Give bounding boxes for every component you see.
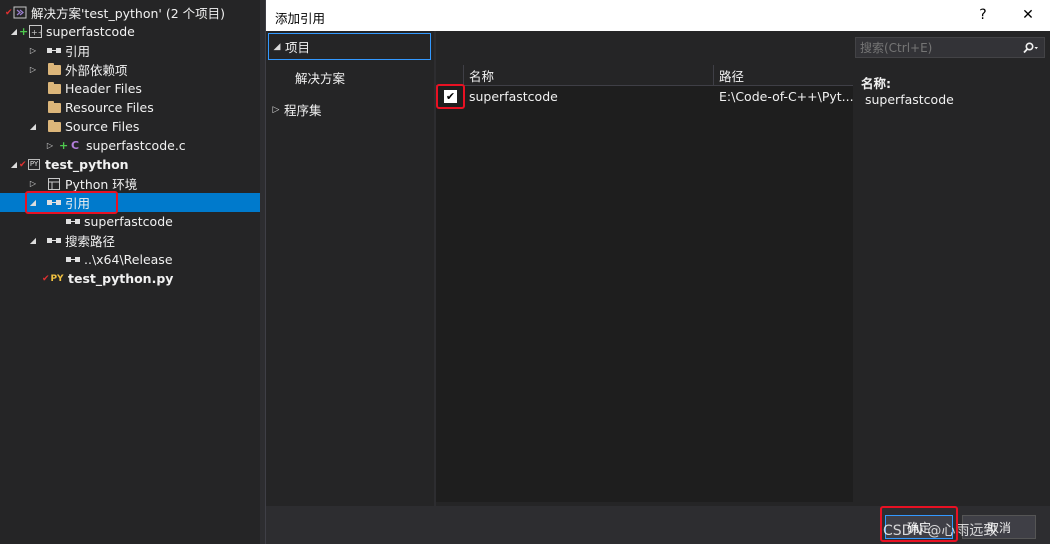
tree-label: superfastcode.c	[86, 138, 186, 153]
tree-label: Resource Files	[65, 100, 154, 115]
tree-label: test_python.py	[68, 271, 174, 286]
search-box	[855, 37, 1045, 58]
detail-name-value: superfastcode	[865, 92, 954, 107]
tree-item-search-paths[interactable]: ◢ 搜索路径	[0, 231, 260, 250]
tree-item-test-python-project[interactable]: ◢ ✔ PY test_python	[0, 155, 260, 174]
svg-text:++: ++	[31, 28, 42, 37]
expand-arrow-icon[interactable]: ▷	[45, 141, 55, 151]
collapse-arrow-icon[interactable]: ◢	[28, 122, 38, 132]
dialog-button-bar: 确定 取消 CSDN @心雨远致	[266, 506, 1050, 544]
dialog-titlebar[interactable]: 添加引用 ? ✕	[266, 0, 1050, 31]
list-item[interactable]: ✔ superfastcode E:\Code-of-C++\Pyt...	[436, 86, 853, 106]
references-icon	[47, 44, 61, 57]
category-nav: ◢ 项目 解决方案 ▷ 程序集	[266, 31, 434, 506]
solution-icon	[13, 6, 27, 19]
tree-item-superfastcode-c[interactable]: ▷ + C superfastcode.c	[0, 136, 260, 155]
added-plus-icon: +	[19, 25, 29, 38]
tree-label: Header Files	[65, 81, 142, 96]
tree-item-superfastcode-project[interactable]: ◢ + ++ superfastcode	[0, 22, 260, 41]
reference-list: 名称 路径 ✔ superfastcode E:\Code-of-C++\Pyt…	[436, 65, 853, 502]
highlight-box-references	[25, 191, 118, 214]
path-icon	[66, 253, 80, 266]
nav-assemblies[interactable]: ▷ 程序集	[268, 96, 431, 123]
collapse-arrow-icon[interactable]: ◢	[28, 236, 38, 246]
list-header: 名称 路径	[436, 65, 853, 86]
solution-explorer: ✔ 解决方案'test_python' (2 个项目) ◢ + ++ super…	[0, 0, 260, 544]
column-path[interactable]: 路径	[714, 65, 853, 86]
c-file-icon: C	[70, 139, 80, 152]
tree-label: superfastcode	[46, 24, 135, 39]
expand-arrow-icon[interactable]: ▷	[28, 179, 38, 189]
folder-icon	[47, 119, 61, 133]
tree-item-superfastcode-reference[interactable]: superfastcode	[0, 212, 260, 231]
collapse-arrow-icon[interactable]: ◢	[9, 160, 19, 170]
tree-item-source-files[interactable]: ◢ Source Files	[0, 117, 260, 136]
nav-label: 解决方案	[295, 71, 346, 86]
tree-item-solution[interactable]: ✔ 解决方案'test_python' (2 个项目)	[0, 3, 260, 22]
column-check	[436, 65, 464, 86]
close-button[interactable]: ✕	[1014, 4, 1042, 26]
checked-in-icon: ✔	[19, 159, 27, 170]
highlight-box-ok	[880, 506, 958, 542]
dialog-title: 添加引用	[275, 11, 326, 26]
column-name[interactable]: 名称	[464, 65, 714, 86]
python-env-icon	[47, 177, 61, 190]
collapse-arrow-icon: ◢	[273, 41, 281, 52]
collapse-arrow-icon[interactable]: ◢	[9, 27, 19, 37]
add-reference-dialog: 添加引用 ? ✕ ◢ 项目 解决方案 ▷ 程序集 名称 路径 ✔ superfa…	[265, 0, 1050, 544]
help-button[interactable]: ?	[969, 4, 997, 26]
search-paths-icon	[47, 234, 61, 247]
tree-label: test_python	[45, 157, 129, 172]
tree-label: Source Files	[65, 119, 140, 134]
tree-item-header-files[interactable]: Header Files	[0, 79, 260, 98]
cpp-project-icon: ++	[28, 25, 42, 38]
external-deps-icon	[47, 62, 61, 76]
nav-label: 程序集	[284, 103, 322, 118]
checked-in-icon: ✔	[42, 273, 50, 284]
tree-item-references-cpp[interactable]: ▷ 引用	[0, 41, 260, 60]
tree-label: 搜索路径	[65, 234, 116, 249]
added-plus-icon: +	[59, 139, 69, 152]
tree-label: 解决方案'test_python' (2 个项目)	[31, 6, 226, 21]
tree-item-test-python-py[interactable]: ✔ PY test_python.py	[0, 269, 260, 288]
reference-list-panel: 名称 路径 ✔ superfastcode E:\Code-of-C++\Pyt…	[436, 31, 853, 506]
detail-name-label: 名称:	[861, 76, 891, 91]
tree-label: superfastcode	[84, 214, 173, 229]
nav-label: 项目	[285, 40, 311, 55]
item-path: E:\Code-of-C++\Pyt...	[719, 88, 853, 104]
checked-in-icon: ✔	[5, 7, 13, 18]
python-file-icon: PY	[50, 273, 64, 284]
search-icon[interactable]	[1018, 38, 1044, 57]
tree-label: 引用	[65, 44, 91, 59]
highlight-box-checkbox	[436, 84, 465, 109]
folder-icon	[47, 100, 61, 114]
tree-item-release-path[interactable]: ..\x64\Release	[0, 250, 260, 269]
tree-label: 外部依赖项	[65, 63, 128, 78]
tree-label: ..\x64\Release	[84, 252, 173, 267]
tree-item-external-deps[interactable]: ▷ 外部依赖项	[0, 60, 260, 79]
detail-panel: 名称: superfastcode	[853, 31, 1050, 506]
tree-item-resource-files[interactable]: Resource Files	[0, 98, 260, 117]
folder-icon	[47, 81, 61, 95]
python-project-icon: PY	[27, 159, 41, 170]
nav-solution[interactable]: 解决方案	[268, 64, 431, 91]
expand-arrow-icon[interactable]: ▷	[28, 65, 38, 75]
reference-icon	[66, 215, 80, 228]
expand-arrow-icon: ▷	[272, 104, 280, 115]
nav-projects[interactable]: ◢ 项目	[268, 33, 431, 60]
expand-arrow-icon[interactable]: ▷	[28, 46, 38, 56]
search-input[interactable]	[856, 38, 1018, 57]
item-name: superfastcode	[469, 88, 558, 104]
